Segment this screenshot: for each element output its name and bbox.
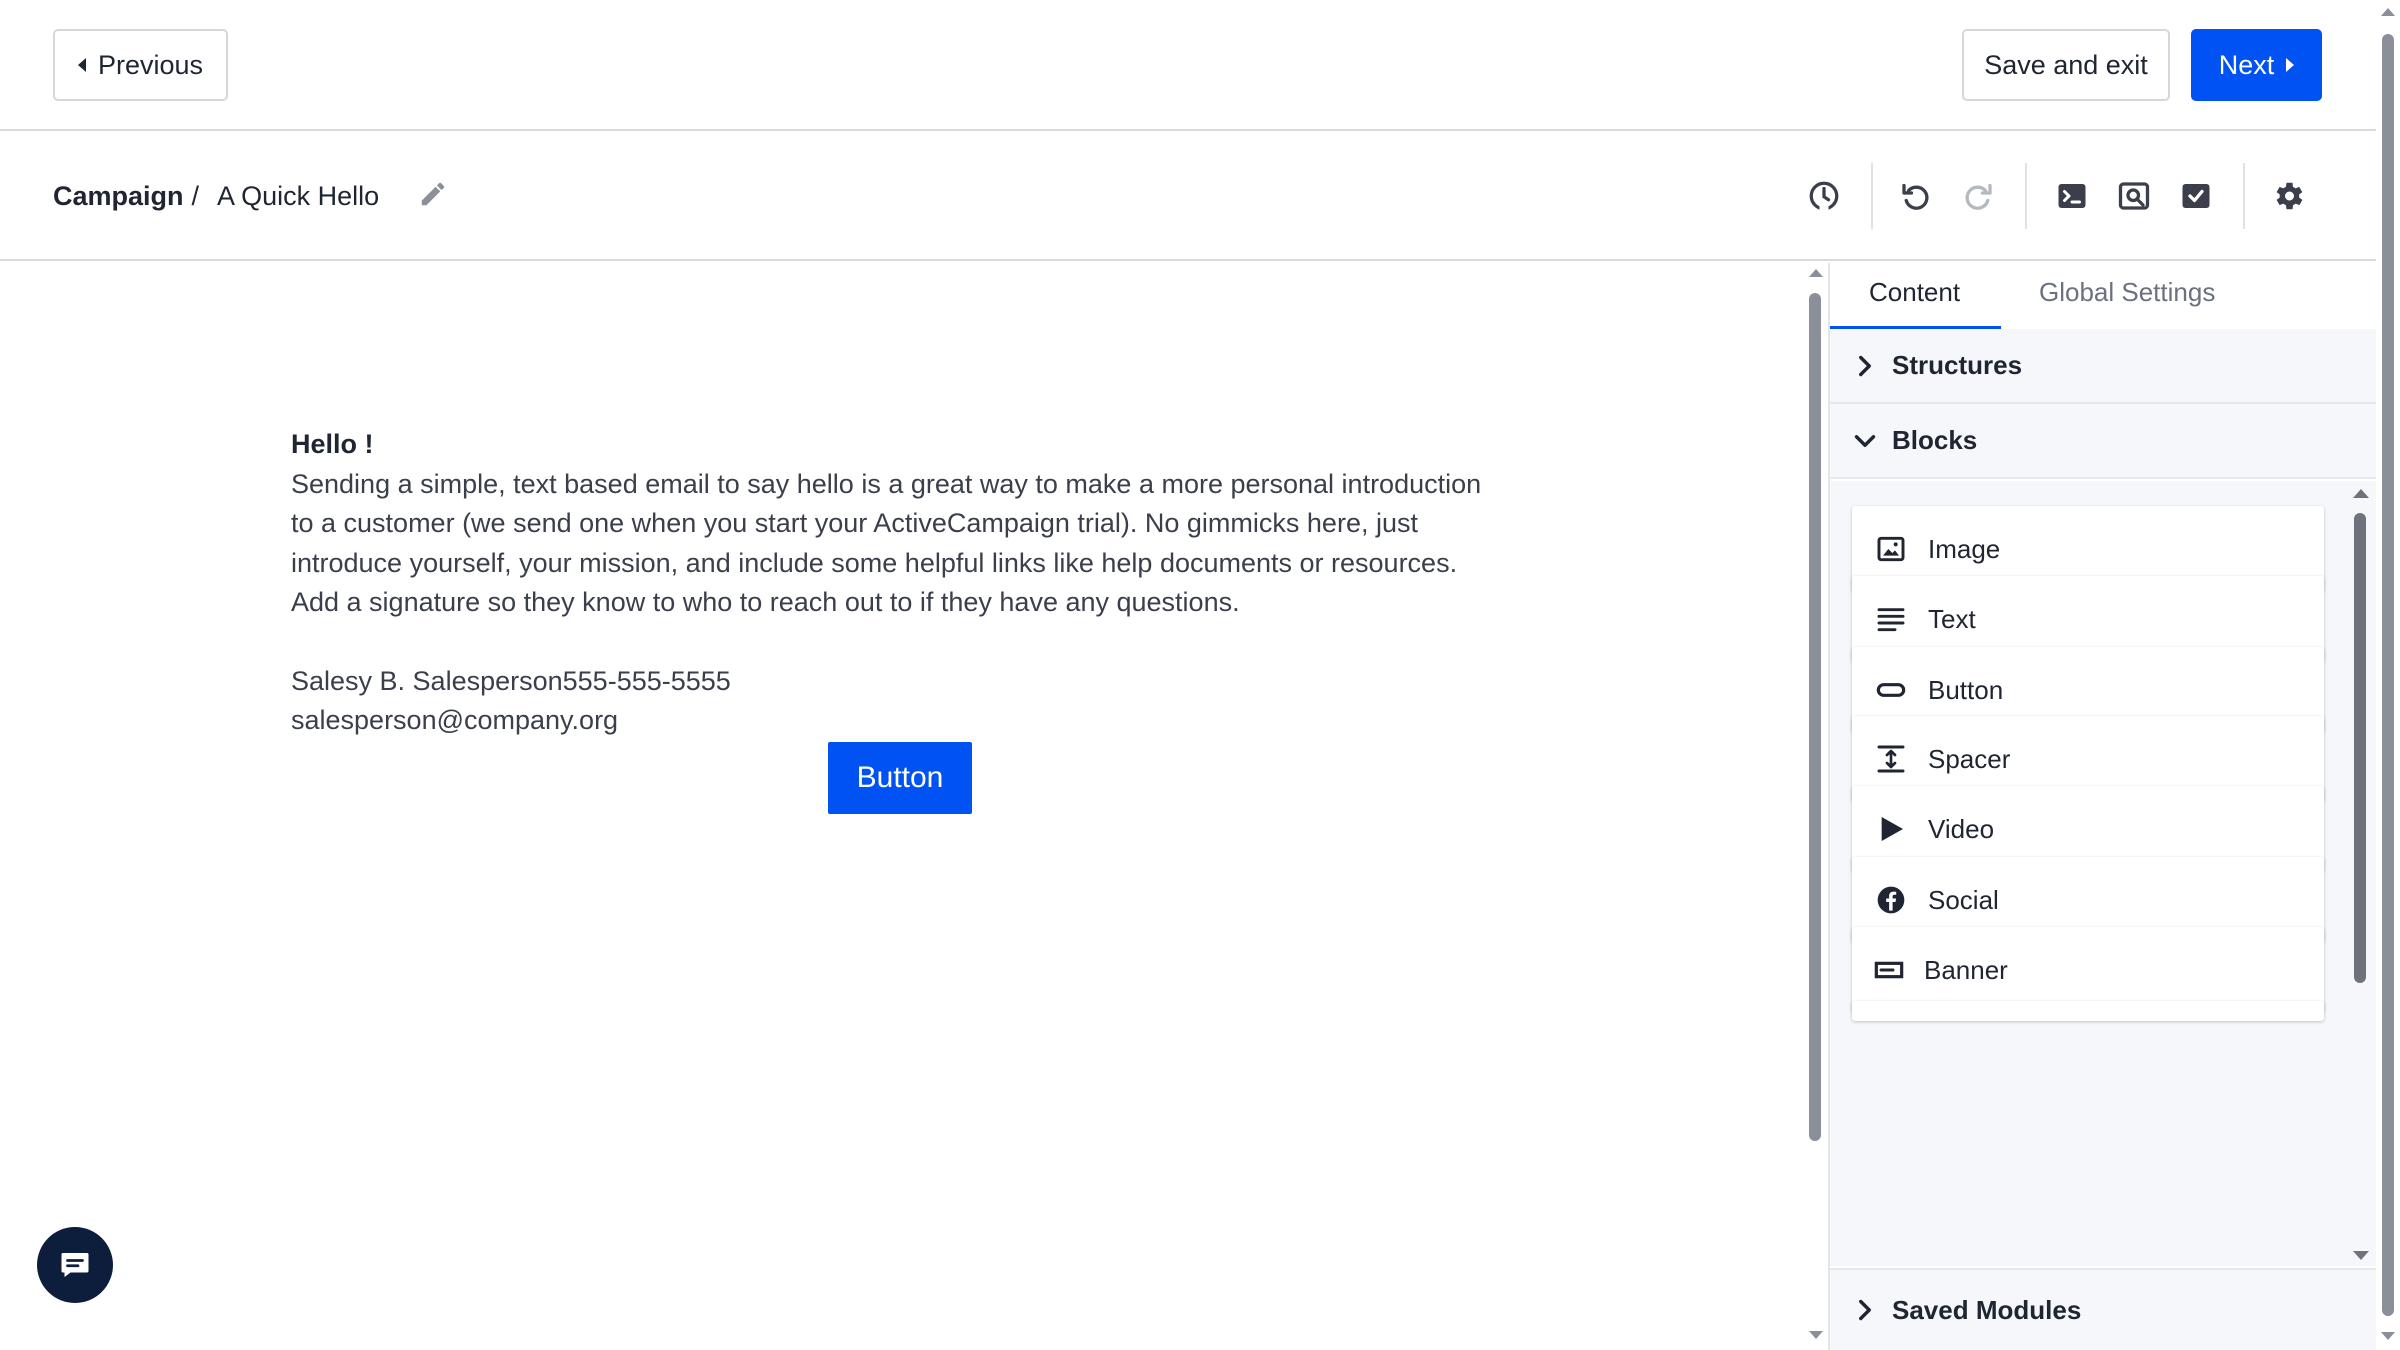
next-label: Next <box>2218 49 2275 80</box>
redo-icon[interactable] <box>1955 173 2001 219</box>
toolbar-divider <box>2025 163 2027 229</box>
block-label: Button <box>1928 674 2004 705</box>
scroll-thumb[interactable] <box>1809 293 1821 1141</box>
next-button[interactable]: Next <box>2191 29 2322 101</box>
scroll-down-arrow[interactable] <box>2353 1251 2369 1260</box>
chat-button[interactable] <box>37 1227 113 1303</box>
email-body-line: introduce yourself, your mission, and in… <box>291 547 1458 578</box>
save-and-exit-button[interactable]: Save and exit <box>1962 29 2170 101</box>
breadcrumb: Campaign / A Quick Hello <box>53 176 379 216</box>
save-and-exit-label: Save and exit <box>1984 49 2148 80</box>
top-action-bar: Previous Save and exit Next <box>0 0 2376 131</box>
editor-toolbar: Campaign / A Quick Hello <box>0 131 2376 261</box>
page-scrollbar[interactable] <box>2376 0 2400 1350</box>
scroll-thumb[interactable] <box>2382 34 2394 1316</box>
block-label: Text <box>1928 603 1976 634</box>
breadcrumb-separator: / <box>191 180 200 211</box>
gear-icon[interactable] <box>2265 173 2311 219</box>
email-canvas[interactable]: Hello ! Sending a simple, text based ema… <box>0 263 1806 1350</box>
previous-button[interactable]: Previous <box>53 29 228 101</box>
scroll-down-arrow[interactable] <box>1809 1331 1823 1339</box>
tab-content[interactable]: Content <box>1869 277 1960 308</box>
structures-section-header[interactable]: Structures <box>1830 329 2376 404</box>
blocks-label: Blocks <box>1892 425 1978 455</box>
saved-modules-section-header[interactable]: Saved Modules <box>1830 1268 2376 1350</box>
toolbar-divider <box>1871 163 1873 229</box>
panel-tabs: Content Global Settings <box>1830 263 2378 331</box>
play-icon <box>1874 812 1908 846</box>
tab-global-settings[interactable]: Global Settings <box>2039 277 2215 308</box>
blocks-list: Image Text Button Spacer Video Social Ba… <box>1830 481 2376 1266</box>
scroll-up-arrow[interactable] <box>2381 8 2395 16</box>
scroll-thumb[interactable] <box>2354 513 2366 983</box>
caret-right-icon <box>2286 58 2295 72</box>
previous-label: Previous <box>97 49 204 80</box>
banner-icon <box>1872 953 1906 987</box>
email-signature-email: salesperson@company.org <box>291 705 619 735</box>
email-body-line: Sending a simple, text based email to sa… <box>291 468 1482 499</box>
structures-label: Structures <box>1892 350 2023 380</box>
block-label: Banner <box>1924 954 2008 985</box>
test-email-icon[interactable] <box>2173 173 2219 219</box>
chevron-down-icon <box>1854 434 1876 447</box>
undo-icon[interactable] <box>1893 173 1939 219</box>
email-body-line: Add a signature so they know to who to r… <box>291 587 1240 617</box>
blocks-scrollbar[interactable] <box>2350 481 2370 1266</box>
block-label: Spacer <box>1928 743 2011 774</box>
facebook-icon <box>1874 883 1908 917</box>
breadcrumb-root[interactable]: Campaign <box>53 181 184 212</box>
button-icon <box>1874 673 1908 707</box>
chat-icon <box>61 1253 89 1277</box>
email-greeting: Hello ! <box>291 429 374 459</box>
saved-modules-label: Saved Modules <box>1892 1294 2082 1325</box>
scroll-up-arrow[interactable] <box>2353 489 2369 498</box>
code-icon[interactable] <box>2049 173 2095 219</box>
email-signature-name: Salesy B. Salesperson555-555-5555 <box>291 665 731 696</box>
block-label: Image <box>1928 533 2001 564</box>
blocks-section-header[interactable]: Blocks <box>1830 404 2376 479</box>
spacer-icon <box>1874 742 1908 776</box>
email-body-line: to a customer (we send one when you star… <box>291 508 1418 538</box>
image-icon <box>1874 532 1908 566</box>
toolbar-divider <box>2243 163 2245 229</box>
chevron-right-icon <box>1859 1299 1871 1321</box>
email-cta-button[interactable]: Button <box>828 742 972 814</box>
canvas-scrollbar[interactable] <box>1806 263 1824 1350</box>
block-label: Video <box>1928 813 1995 844</box>
content-panel: Content Global Settings Structures Block… <box>1828 263 2376 1350</box>
scroll-up-arrow[interactable] <box>1809 269 1823 277</box>
scroll-down-arrow[interactable] <box>2381 1332 2395 1340</box>
chevron-right-icon <box>1859 355 1871 376</box>
campaign-title: A Quick Hello <box>217 180 380 211</box>
caret-left-icon <box>77 58 86 72</box>
preview-icon[interactable] <box>2111 173 2157 219</box>
history-icon[interactable] <box>1801 173 1847 219</box>
text-icon <box>1874 602 1908 636</box>
pencil-icon[interactable] <box>418 179 448 209</box>
email-text-block[interactable]: Hello ! Sending a simple, text based ema… <box>291 425 1531 741</box>
block-partial[interactable] <box>1852 1001 2324 1021</box>
block-label: Social <box>1928 884 1999 915</box>
